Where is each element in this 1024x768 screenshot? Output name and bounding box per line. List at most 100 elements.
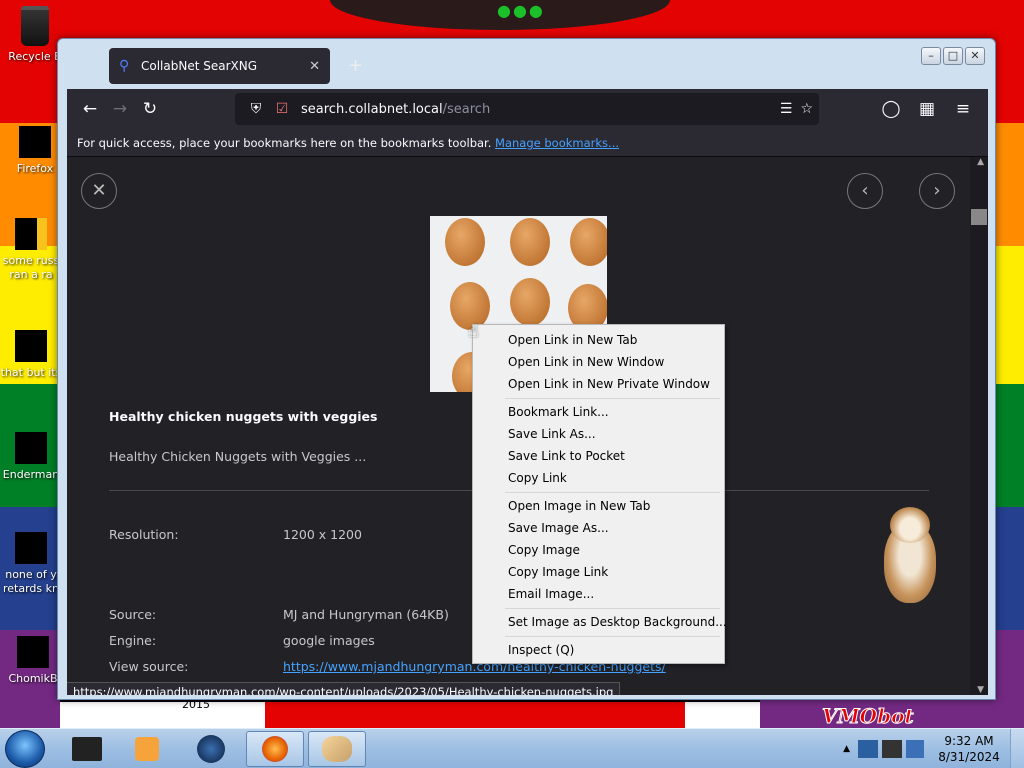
- taskbar-item-media-player[interactable]: [118, 731, 176, 767]
- context-menu-item[interactable]: Copy Link: [473, 467, 724, 489]
- desktop-icon-file[interactable]: ChomikB: [2, 636, 64, 686]
- view-source-label: View source:: [109, 659, 189, 674]
- source-label: Source:: [109, 607, 157, 622]
- tab-strip: ⚲ CollabNet SearXNG ✕ +: [66, 45, 875, 85]
- reload-button[interactable]: ↻: [135, 94, 165, 124]
- url-bar[interactable]: ⛨ ☑ search.collabnet.local/search ☰ ☆: [235, 93, 819, 125]
- desktop-icon-label: that but its: [0, 366, 62, 379]
- shield-icon[interactable]: ⛨: [243, 101, 269, 117]
- tab-searxng[interactable]: ⚲ CollabNet SearXNG ✕: [109, 48, 330, 84]
- clock-time: 9:32 AM: [944, 734, 994, 748]
- menu-icon[interactable]: ≡: [948, 94, 978, 124]
- bookmark-star-icon[interactable]: ☆: [800, 101, 813, 117]
- taskbar-item-paint[interactable]: [308, 731, 366, 767]
- context-menu-item[interactable]: Bookmark Link...: [473, 401, 724, 423]
- tab-title: CollabNet SearXNG: [141, 59, 258, 73]
- volume-icon[interactable]: [906, 740, 924, 758]
- taskbar: ▲ 9:32 AM 8/31/2024: [0, 728, 1024, 768]
- desktop-icon-file[interactable]: none of y retards kn: [0, 532, 62, 596]
- desktop-icon-label: Firefox: [16, 162, 54, 175]
- menu-separator: [505, 636, 720, 637]
- file-icon: [17, 636, 49, 668]
- network-icon[interactable]: [858, 740, 878, 758]
- clock-date: 8/31/2024: [938, 750, 1000, 764]
- source-value: MJ and Hungryman (64KB): [283, 607, 449, 622]
- desktop-icon-file[interactable]: some russ ran a ra: [0, 218, 62, 282]
- result-title: Healthy chicken nuggets with veggies: [109, 409, 378, 424]
- engine-value: google images: [283, 633, 375, 648]
- menu-separator: [505, 492, 720, 493]
- recycle-bin-icon: [21, 6, 49, 46]
- bookmarks-hint: For quick access, place your bookmarks h…: [77, 136, 492, 150]
- taskbar-item-firefox[interactable]: [246, 731, 304, 767]
- file-icon: [15, 432, 47, 464]
- lock-icon[interactable]: ☑: [269, 101, 295, 117]
- file-icon: [15, 532, 47, 564]
- minimize-button[interactable]: –: [921, 47, 941, 65]
- monitor-icon[interactable]: [882, 740, 902, 758]
- context-menu-item[interactable]: Open Image in New Tab: [473, 495, 724, 517]
- forward-button[interactable]: →: [105, 94, 135, 124]
- url-text[interactable]: search.collabnet.local/search: [301, 102, 490, 117]
- desktop-icon-label: none of y retards kn: [3, 568, 59, 595]
- resolution-label: Resolution:: [109, 527, 179, 542]
- context-menu-item[interactable]: Email Image...: [473, 583, 724, 605]
- context-menu-item[interactable]: Save Link As...: [473, 423, 724, 445]
- resolution-value: 1200 x 1200: [283, 527, 362, 542]
- context-menu-item[interactable]: Open Link in New Tab: [473, 329, 724, 351]
- wallpaper-dots: ●●●: [497, 1, 545, 20]
- desktop-icon-label: ChomikB: [8, 672, 58, 685]
- start-button[interactable]: [5, 730, 45, 768]
- context-menu-item[interactable]: Open Link in New Private Window: [473, 373, 724, 395]
- context-menu-item[interactable]: Copy Image Link: [473, 561, 724, 583]
- context-menu-item[interactable]: Open Link in New Window: [473, 351, 724, 373]
- manage-bookmarks-link[interactable]: Manage bookmarks...: [495, 136, 619, 150]
- nav-toolbar: ← → ↻ ⛨ ☑ search.collabnet.local/search …: [67, 89, 988, 129]
- system-tray: ▲ 9:32 AM 8/31/2024: [843, 729, 1024, 768]
- context-menu-item[interactable]: Copy Image: [473, 539, 724, 561]
- status-url: https://www.mjandhungryman.com/wp-conten…: [67, 682, 621, 695]
- reader-view-icon[interactable]: ☰: [780, 101, 793, 117]
- context-menu-item[interactable]: Set Image as Desktop Background...: [473, 611, 727, 633]
- search-icon: ⚲: [119, 58, 130, 74]
- clock[interactable]: 9:32 AM 8/31/2024: [928, 733, 1010, 765]
- previous-button[interactable]: ‹: [847, 173, 883, 209]
- close-preview-button[interactable]: ✕: [81, 173, 117, 209]
- hand-cursor-icon: ☝: [468, 321, 479, 342]
- pocket-icon[interactable]: ◯: [876, 94, 906, 124]
- wallpaper-bottom-red: [265, 702, 685, 730]
- show-desktop-button[interactable]: [1010, 729, 1024, 768]
- wallpaper-text: VMObot: [822, 704, 915, 729]
- file-icon: [15, 330, 47, 362]
- scroll-down-icon[interactable]: ▼: [977, 685, 984, 695]
- firefox-icon: [19, 126, 51, 158]
- engine-label: Engine:: [109, 633, 157, 648]
- menu-separator: [505, 608, 720, 609]
- window-controls: – □ ✕: [921, 47, 985, 65]
- back-button[interactable]: ←: [75, 94, 105, 124]
- context-menu-item[interactable]: Save Image As...: [473, 517, 724, 539]
- maximize-button[interactable]: □: [943, 47, 963, 65]
- taskbar-item-terminal[interactable]: [58, 731, 116, 767]
- scrollbar[interactable]: ▲ ▼: [970, 157, 988, 695]
- tray-expand-icon[interactable]: ▲: [843, 744, 850, 754]
- desktop-icon-file[interactable]: Enderman: [0, 432, 62, 482]
- context-menu-item[interactable]: Save Link to Pocket: [473, 445, 724, 467]
- close-icon[interactable]: ✕: [309, 59, 320, 74]
- menu-separator: [505, 398, 720, 399]
- desktop-icon-file[interactable]: that but its: [0, 330, 62, 380]
- taskbar-item-globe[interactable]: [182, 731, 240, 767]
- scroll-up-icon[interactable]: ▲: [977, 157, 984, 167]
- extensions-icon[interactable]: ▦: [912, 94, 942, 124]
- new-tab-button[interactable]: +: [348, 55, 363, 76]
- context-menu-item[interactable]: Inspect (Q): [473, 639, 724, 661]
- next-button[interactable]: ›: [919, 173, 955, 209]
- context-menu: Open Link in New Tab Open Link in New Win…: [472, 324, 727, 664]
- close-window-button[interactable]: ✕: [965, 47, 985, 65]
- desktop-icon-label: some russ ran a ra: [2, 254, 60, 281]
- result-description: Healthy Chicken Nuggets with Veggies ...: [109, 449, 367, 464]
- scroll-thumb[interactable]: [971, 209, 987, 225]
- file-icon: [15, 218, 47, 250]
- desktop-icon-label: Recycle B: [8, 50, 62, 63]
- desktop-icon-label: Enderman: [2, 468, 60, 481]
